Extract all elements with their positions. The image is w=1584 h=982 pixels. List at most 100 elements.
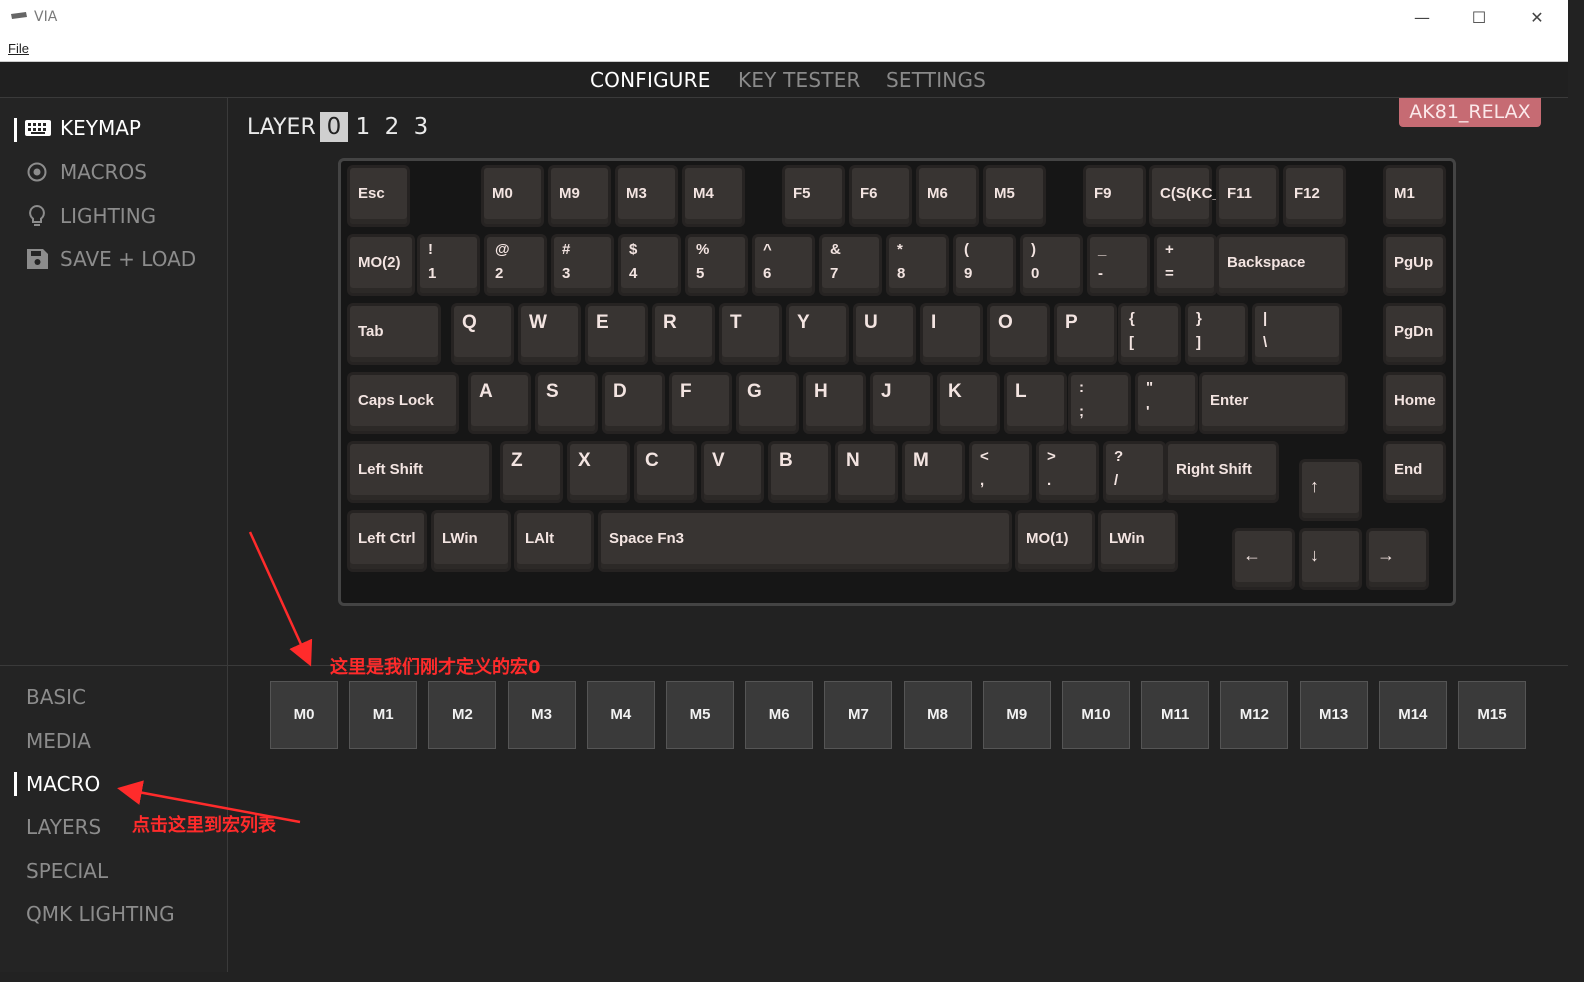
maximize-button[interactable]: ☐ — [1465, 6, 1493, 30]
key-w[interactable]: W — [521, 306, 578, 362]
key-l[interactable]: L — [1007, 375, 1064, 431]
key-bracket-1[interactable]: }] — [1188, 306, 1245, 362]
key-num-8[interactable]: (9 — [956, 237, 1013, 293]
key-backspace[interactable]: Backspace — [1219, 237, 1345, 293]
key-punct-r4-0[interactable]: <, — [972, 444, 1029, 500]
key-left-ctrl[interactable]: Left Ctrl — [350, 513, 424, 569]
category-media[interactable]: MEDIA — [26, 729, 91, 753]
key-9-row0[interactable]: F9 — [1086, 168, 1143, 224]
key-a[interactable]: A — [471, 375, 528, 431]
key-2-row0[interactable]: M9 — [551, 168, 608, 224]
key-num-2[interactable]: #3 — [554, 237, 611, 293]
macro-key-m2[interactable]: M2 — [428, 681, 497, 749]
key-mo1[interactable]: MO(1) — [1018, 513, 1092, 569]
tab-configure[interactable]: CONFIGURE — [590, 68, 711, 92]
key-c[interactable]: C — [637, 444, 694, 500]
key-b[interactable]: B — [771, 444, 828, 500]
macro-key-m13[interactable]: M13 — [1299, 681, 1368, 749]
key-i[interactable]: I — [923, 306, 980, 362]
key-1-row0[interactable]: M0 — [484, 168, 541, 224]
key-punct-r4-2[interactable]: ? / — [1106, 444, 1163, 500]
key-num-5[interactable]: ^ 6 — [755, 237, 812, 293]
key-enter[interactable]: Enter — [1202, 375, 1345, 431]
key-v[interactable]: V — [704, 444, 761, 500]
key-left-shift[interactable]: Left Shift — [350, 444, 489, 500]
key-num-9[interactable]: ) 0 — [1023, 237, 1080, 293]
key-m[interactable]: M — [905, 444, 962, 500]
key-num-3[interactable]: $4 — [621, 237, 678, 293]
macro-key-m0[interactable]: M0 — [270, 681, 338, 749]
key-0-row0[interactable]: Esc — [350, 168, 407, 224]
key-num-0[interactable]: ! 1 — [420, 237, 477, 293]
key-h[interactable]: H — [806, 375, 863, 431]
key-pgup[interactable]: PgUp — [1386, 237, 1443, 293]
close-button[interactable]: ✕ — [1523, 6, 1551, 30]
macro-key-m10[interactable]: M10 — [1062, 681, 1130, 749]
layer-3-button[interactable]: 3 — [407, 112, 435, 142]
key-punct-0[interactable]: :; — [1071, 375, 1128, 431]
macro-key-m7[interactable]: M7 — [824, 681, 893, 749]
key-g[interactable]: G — [739, 375, 796, 431]
macro-key-m5[interactable]: M5 — [666, 681, 734, 749]
key-lwin[interactable]: LWin — [434, 513, 508, 569]
macro-key-m6[interactable]: M6 — [745, 681, 814, 749]
key-home[interactable]: Home — [1386, 375, 1443, 431]
key-n[interactable]: N — [838, 444, 895, 500]
category-macro[interactable]: MACRO — [26, 772, 100, 796]
sidebar-item-lighting[interactable]: LIGHTING — [24, 204, 156, 228]
key-t[interactable]: T — [722, 306, 779, 362]
key-punct-r4-1[interactable]: >. — [1039, 444, 1096, 500]
key-4-row0[interactable]: M4 — [685, 168, 742, 224]
category-basic[interactable]: BASIC — [26, 685, 86, 709]
sidebar-item-macros[interactable]: MACROS — [24, 160, 147, 184]
key-7-row0[interactable]: M6 — [919, 168, 976, 224]
category-special[interactable]: SPECIAL — [26, 859, 108, 883]
key-arrow-left[interactable]: ← — [1235, 531, 1292, 587]
key-f[interactable]: F — [672, 375, 729, 431]
macro-key-m1[interactable]: M1 — [349, 681, 418, 749]
key-y[interactable]: Y — [789, 306, 846, 362]
key-5-row0[interactable]: F5 — [785, 168, 842, 224]
key-s[interactable]: S — [538, 375, 595, 431]
menu-file[interactable]: File — [8, 41, 29, 56]
key-p[interactable]: P — [1057, 306, 1114, 362]
key-tab[interactable]: Tab — [350, 306, 438, 362]
key-arrow-right[interactable]: → — [1369, 531, 1426, 587]
layer-1-button[interactable]: 1 — [349, 112, 377, 142]
category-layers[interactable]: LAYERS — [26, 815, 101, 839]
key-bracket-2[interactable]: | \ — [1255, 306, 1339, 362]
key-arrow-down[interactable]: ↓ — [1302, 531, 1359, 587]
key-13-row0[interactable]: M1 — [1386, 168, 1443, 224]
macro-key-m15[interactable]: M15 — [1458, 681, 1526, 749]
sidebar-item-save-load[interactable]: SAVE + LOAD — [24, 247, 196, 271]
key-j[interactable]: J — [873, 375, 930, 431]
category-qmk-lighting[interactable]: QMK LIGHTING — [26, 902, 175, 926]
key-r[interactable]: R — [655, 306, 712, 362]
key-num-7[interactable]: * 8 — [889, 237, 946, 293]
layer-0-button[interactable]: 0 — [320, 112, 348, 142]
key-mo2[interactable]: MO(2) — [350, 237, 412, 293]
key-3-row0[interactable]: M3 — [618, 168, 675, 224]
key-z[interactable]: Z — [503, 444, 560, 500]
key-11-row0[interactable]: F11 — [1219, 168, 1276, 224]
macro-key-m4[interactable]: M4 — [586, 681, 655, 749]
macro-key-m8[interactable]: M8 — [903, 681, 972, 749]
key-num-10[interactable]: _ - — [1090, 237, 1147, 293]
key-q[interactable]: Q — [454, 306, 511, 362]
key-6-row0[interactable]: F6 — [852, 168, 909, 224]
tab-key-tester[interactable]: KEY TESTER — [738, 68, 861, 92]
key-x[interactable]: X — [570, 444, 627, 500]
key-e[interactable]: E — [588, 306, 645, 362]
key-num-1[interactable]: @2 — [487, 237, 544, 293]
key-arrow-up[interactable]: ↑ — [1302, 462, 1359, 518]
key-12-row0[interactable]: F12 — [1286, 168, 1343, 224]
tab-settings[interactable]: SETTINGS — [886, 68, 986, 92]
key-punct-1[interactable]: " ' — [1138, 375, 1195, 431]
key-o[interactable]: O — [990, 306, 1047, 362]
key-lwin-right[interactable]: LWin — [1101, 513, 1175, 569]
key-lalt[interactable]: LAlt — [517, 513, 591, 569]
key-10-row0[interactable]: C(S(KC_ — [1152, 168, 1221, 224]
layer-2-button[interactable]: 2 — [378, 112, 406, 142]
key-num-6[interactable]: & 7 — [822, 237, 879, 293]
key-num-11[interactable]: + = — [1157, 237, 1214, 293]
